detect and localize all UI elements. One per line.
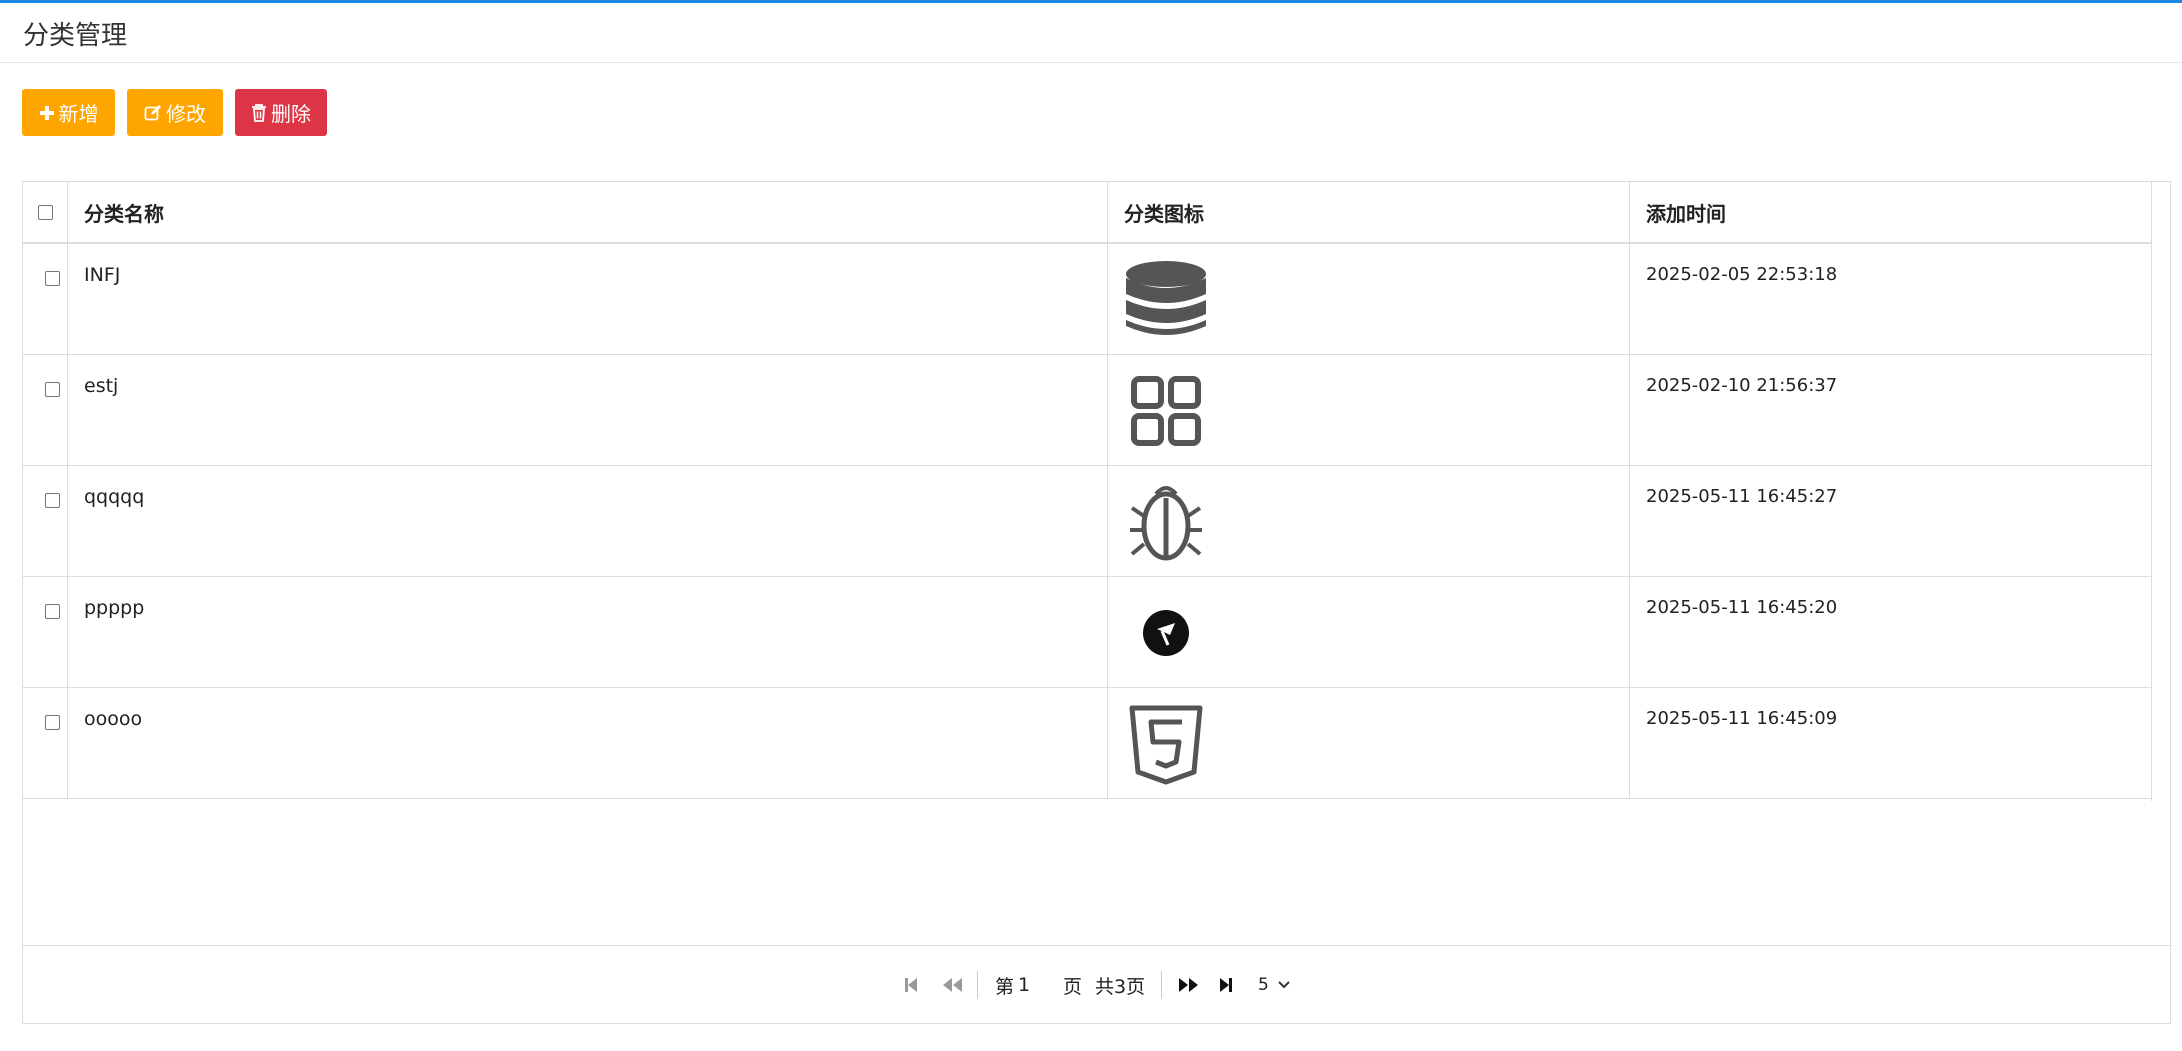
icon-cell	[1108, 466, 1630, 576]
add-button-label: 新增	[58, 102, 99, 126]
edit-button-label: 修改	[166, 102, 206, 126]
header-time[interactable]: 添加时间	[1630, 182, 2152, 242]
header-checkbox-cell	[23, 182, 68, 242]
icon-cell	[1108, 244, 1630, 354]
database-icon	[1124, 258, 1208, 342]
time-cell: 2025-02-10 21:56:37	[1630, 355, 2152, 465]
table-row[interactable]: estj 2025-02-10 21:56:37	[23, 355, 2152, 466]
table-row[interactable]: ooooo 2025-05-11 16:45:09	[23, 688, 2152, 799]
page-title: 分类管理	[23, 21, 128, 51]
total-pages: 共3页	[1095, 975, 1146, 998]
icon-cell	[1108, 577, 1630, 687]
select-all-checkbox[interactable]	[37, 204, 53, 220]
page-suffix: 页	[1063, 975, 1083, 998]
time-cell: 2025-05-11 16:45:20	[1630, 577, 2152, 687]
prev-page-icon[interactable]	[940, 968, 964, 1002]
time-cell: 2025-05-11 16:45:09	[1630, 688, 2152, 798]
delete-button[interactable]: 删除	[235, 89, 327, 136]
icon-cell	[1108, 688, 1630, 798]
category-name: ooooo	[84, 708, 143, 730]
added-time: 2025-05-11 16:45:20	[1646, 597, 1838, 618]
row-checkbox-cell	[23, 355, 68, 465]
add-button[interactable]: 新增	[22, 89, 115, 136]
category-name: ppppp	[84, 597, 145, 619]
name-cell: qqqqq	[68, 466, 1108, 576]
name-cell: INFJ	[68, 244, 1108, 354]
header-name[interactable]: 分类名称	[68, 182, 1108, 242]
row-checkbox-cell	[23, 244, 68, 354]
header-icon[interactable]: 分类图标	[1108, 182, 1630, 242]
page-size-value: 5	[1258, 975, 1269, 995]
page-number-field[interactable]	[1018, 968, 1060, 1002]
row-checkbox[interactable]	[45, 604, 60, 619]
name-cell: ppppp	[68, 577, 1108, 687]
next-page-icon[interactable]	[1177, 968, 1201, 1002]
first-page-icon[interactable]	[903, 968, 919, 1002]
time-cell: 2025-05-11 16:45:27	[1630, 466, 2152, 576]
name-cell: estj	[68, 355, 1108, 465]
grid-apps-icon	[1124, 369, 1208, 453]
delete-button-label: 删除	[271, 102, 311, 126]
added-time: 2025-02-10 21:56:37	[1646, 375, 1838, 396]
row-checkbox[interactable]	[45, 271, 60, 286]
plus-icon	[39, 105, 54, 120]
row-checkbox-cell	[23, 688, 68, 798]
icon-cell	[1108, 355, 1630, 465]
name-cell: ooooo	[68, 688, 1108, 798]
category-name: qqqqq	[84, 486, 145, 508]
page-size-select[interactable]: 5	[1258, 968, 1291, 1002]
page-header: 分类管理	[0, 3, 2182, 63]
table-row[interactable]: INFJ 2025-02-05 22:53:18	[23, 244, 2152, 355]
added-time: 2025-02-05 22:53:18	[1646, 264, 1838, 285]
trash-icon	[252, 103, 266, 122]
added-time: 2025-05-11 16:45:09	[1646, 708, 1838, 729]
html5-icon	[1124, 702, 1208, 786]
chevron-down-icon	[1278, 981, 1290, 989]
row-checkbox-cell	[23, 466, 68, 576]
bug-icon	[1124, 480, 1208, 564]
table-header: 分类名称 分类图标 添加时间	[23, 182, 2152, 244]
category-name: estj	[84, 375, 119, 397]
page-prefix: 第	[995, 975, 1015, 998]
table-body-area: 分类名称 分类图标 添加时间 INFJ 2025-02-05 22:53:18	[23, 182, 2152, 801]
edit-button[interactable]: 修改	[127, 89, 223, 136]
table-row[interactable]: qqqqq 2025-05-11 16:45:27	[23, 466, 2152, 577]
flag-circle-icon	[1124, 591, 1208, 675]
category-table: 分类名称 分类图标 添加时间 INFJ 2025-02-05 22:53:18	[22, 181, 2172, 1024]
row-checkbox-cell	[23, 577, 68, 687]
added-time: 2025-05-11 16:45:27	[1646, 486, 1838, 507]
last-page-icon[interactable]	[1218, 968, 1234, 1002]
row-checkbox[interactable]	[45, 715, 60, 730]
time-cell: 2025-02-05 22:53:18	[1630, 244, 2152, 354]
pagination-bar: 第 页 共3页 5	[23, 945, 2172, 1023]
pager-separator	[977, 971, 978, 999]
row-checkbox[interactable]	[45, 382, 60, 397]
row-checkbox[interactable]	[45, 493, 60, 508]
category-name: INFJ	[84, 264, 121, 286]
page-number-input[interactable]	[1018, 970, 1060, 1000]
table-row[interactable]: ppppp 2025-05-11 16:45:20	[23, 577, 2152, 688]
edit-icon	[144, 104, 161, 120]
pager-separator	[1161, 971, 1162, 999]
